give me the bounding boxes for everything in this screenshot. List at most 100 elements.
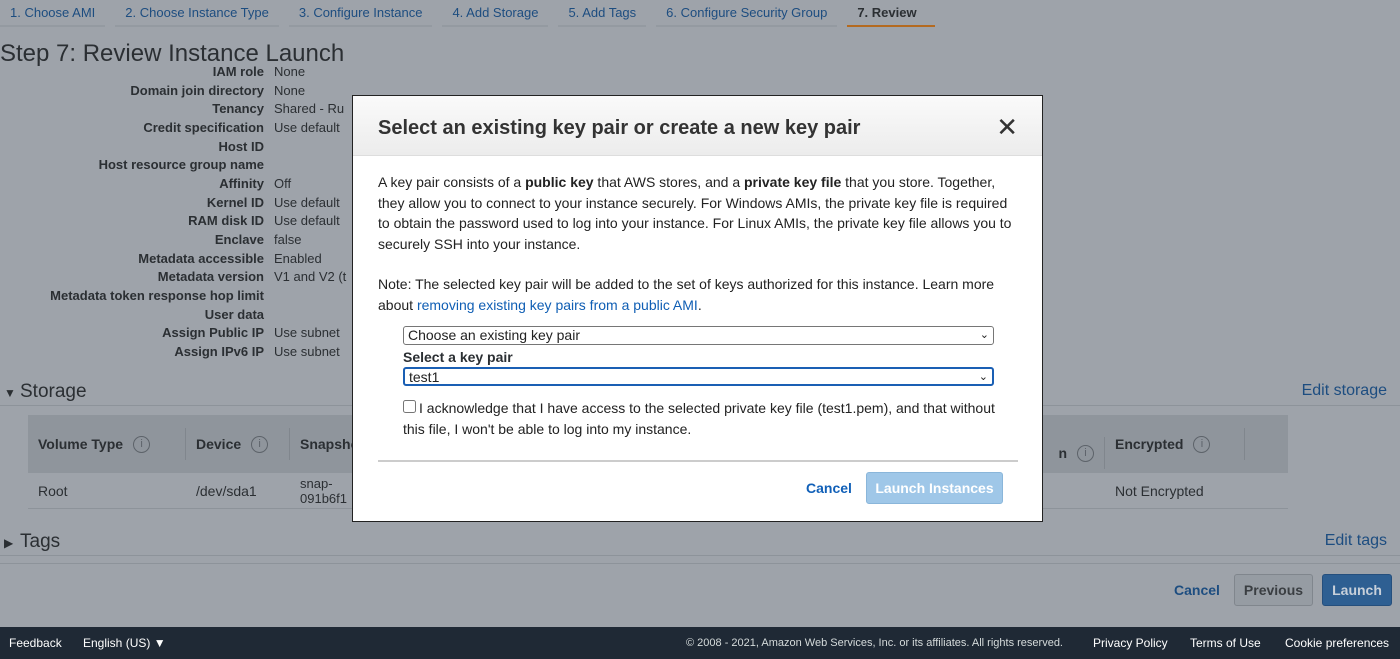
detail-row: User data xyxy=(0,305,360,324)
detail-label: Credit specification xyxy=(143,119,264,135)
detail-label: Metadata token response hop limit xyxy=(50,288,264,304)
key-pair-note: Note: The selected key pair will be adde… xyxy=(378,276,995,313)
tab-configure-instance[interactable]: 3. Configure Instance xyxy=(288,0,433,27)
tags-title: Tags xyxy=(20,531,61,552)
detail-row: Host resource group name xyxy=(0,155,360,174)
launch-instances-button[interactable]: Launch Instances xyxy=(866,472,1003,504)
detail-value: Shared - Ru xyxy=(274,101,345,117)
info-icon[interactable]: i xyxy=(1193,435,1211,453)
copyright: © 2008 - 2021, Amazon Web Services, Inc.… xyxy=(686,637,1063,649)
detail-label: Kernel ID xyxy=(206,194,264,210)
detail-label: Affinity xyxy=(219,175,264,191)
divider xyxy=(378,460,1018,462)
caret-down-icon: ▼ xyxy=(4,386,16,400)
cell-device: /dev/sda1 xyxy=(196,482,257,499)
detail-row: Kernel ID Use default xyxy=(0,193,360,212)
terms-of-use-link[interactable]: Terms of Use xyxy=(1190,636,1261,650)
detail-row: Domain join directory None xyxy=(0,81,360,100)
divider xyxy=(0,563,1400,564)
key-pair-description: A key pair consists of a public key that… xyxy=(378,174,1012,252)
key-pair-dialog: Select an existing key pair or create a … xyxy=(352,95,1043,522)
detail-label: Metadata version xyxy=(157,269,264,285)
tab-review[interactable]: 7. Review xyxy=(847,0,936,27)
tab-choose-instance-type[interactable]: 2. Choose Instance Type xyxy=(115,0,279,27)
detail-value: false xyxy=(274,232,302,248)
detail-label: Host ID xyxy=(218,138,265,154)
chevron-down-icon: ⌄ xyxy=(978,371,988,383)
detail-value: V1 and V2 (t xyxy=(274,269,347,285)
detail-value: Use subnet xyxy=(274,344,340,360)
launch-button[interactable]: Launch xyxy=(1322,574,1392,606)
caret-down-icon: ▼ xyxy=(153,636,166,650)
detail-label: RAM disk ID xyxy=(188,213,264,229)
detail-value: Use subnet xyxy=(274,325,340,341)
divider xyxy=(0,555,1400,556)
previous-button[interactable]: Previous xyxy=(1234,574,1313,606)
detail-label: Domain join directory xyxy=(130,82,264,98)
tab-choose-ami[interactable]: 1. Choose AMI xyxy=(0,0,106,27)
caret-right-icon: ▶ xyxy=(4,536,14,550)
detail-value: Use default xyxy=(274,119,340,135)
key-pair-mode-select[interactable]: Choose an existing key pair ⌄ xyxy=(403,326,994,345)
edit-tags-link[interactable]: Edit tags xyxy=(1325,532,1387,550)
detail-value: None xyxy=(274,63,306,79)
detail-row: Enclave false xyxy=(0,230,360,249)
detail-row: Affinity Off xyxy=(0,174,360,193)
feedback-link[interactable]: Feedback xyxy=(9,636,62,650)
detail-label: User data xyxy=(204,306,264,322)
tab-add-tags[interactable]: 5. Add Tags xyxy=(558,0,647,27)
remove-key-pairs-link[interactable]: removing existing key pairs from a publi… xyxy=(417,297,698,313)
key-pair-select[interactable]: test1 ⌄ xyxy=(403,367,994,386)
detail-label: Enclave xyxy=(214,232,264,248)
detail-label: Host resource group name xyxy=(98,157,264,173)
detail-value: Use default xyxy=(274,194,340,210)
instance-details: IAM role None Domain join directory None Ten… xyxy=(0,62,360,361)
detail-row: Metadata version V1 and V2 (t xyxy=(0,268,360,287)
acknowledge-label: I acknowledge that I have access to the … xyxy=(403,400,995,437)
detail-row: Metadata accessible Enabled xyxy=(0,249,360,268)
tab-add-storage[interactable]: 4. Add Storage xyxy=(442,0,549,27)
header-device: Device xyxy=(196,436,242,452)
cell-volume-type: Root xyxy=(38,482,68,499)
detail-label: Assign IPv6 IP xyxy=(174,344,264,360)
detail-row: Assign Public IP Use subnet xyxy=(0,324,360,343)
acknowledge-row: I acknowledge that I have access to the … xyxy=(403,398,1003,440)
detail-value: Use default xyxy=(274,213,340,229)
detail-row: RAM disk ID Use default xyxy=(0,212,360,231)
detail-label: Assign Public IP xyxy=(162,325,264,341)
footer: Feedback English (US) ▼ © 2008 - 2021, A… xyxy=(0,627,1400,659)
language-selector[interactable]: English (US) ▼ xyxy=(83,636,166,650)
tags-section-toggle[interactable]: ▶ Tags xyxy=(0,531,1400,553)
key-pair-label: Select a key pair xyxy=(403,349,513,365)
header-snapshot: Snapsho xyxy=(300,436,360,452)
detail-label: Metadata accessible xyxy=(138,250,264,266)
acknowledge-checkbox[interactable] xyxy=(403,400,416,413)
info-icon[interactable]: i xyxy=(133,435,151,453)
info-icon[interactable]: i xyxy=(251,435,269,453)
detail-row: Assign IPv6 IP Use subnet xyxy=(0,342,360,361)
edit-storage-link[interactable]: Edit storage xyxy=(1302,382,1387,400)
wizard-tabs: 1. Choose AMI 2. Choose Instance Type 3.… xyxy=(0,0,945,28)
detail-value: Enabled xyxy=(274,250,322,266)
cancel-button[interactable]: Cancel xyxy=(1165,574,1229,606)
chevron-down-icon: ⌄ xyxy=(979,329,989,341)
dialog-cancel-button[interactable]: Cancel xyxy=(797,472,861,504)
tab-configure-security-group[interactable]: 6. Configure Security Group xyxy=(656,0,838,27)
detail-row: Host ID xyxy=(0,137,360,156)
info-icon[interactable]: i xyxy=(1077,444,1094,462)
detail-row: IAM role None xyxy=(0,62,360,81)
close-icon[interactable]: ✕ xyxy=(996,112,1018,143)
header-partial: n xyxy=(1058,445,1067,461)
dialog-title: Select an existing key pair or create a … xyxy=(378,117,861,139)
cookie-preferences-link[interactable]: Cookie preferences xyxy=(1285,636,1389,650)
header-encrypted: Encrypted xyxy=(1115,436,1184,452)
detail-value: None xyxy=(274,82,306,98)
detail-label: IAM role xyxy=(212,63,264,79)
detail-row: Tenancy Shared - Ru xyxy=(0,99,360,118)
storage-title: Storage xyxy=(20,381,87,402)
detail-row: Metadata token response hop limit xyxy=(0,286,360,305)
cell-encrypted: Not Encrypted xyxy=(1115,482,1204,499)
detail-row: Credit specification Use default xyxy=(0,118,360,137)
privacy-policy-link[interactable]: Privacy Policy xyxy=(1093,636,1168,650)
detail-label: Tenancy xyxy=(212,101,264,117)
